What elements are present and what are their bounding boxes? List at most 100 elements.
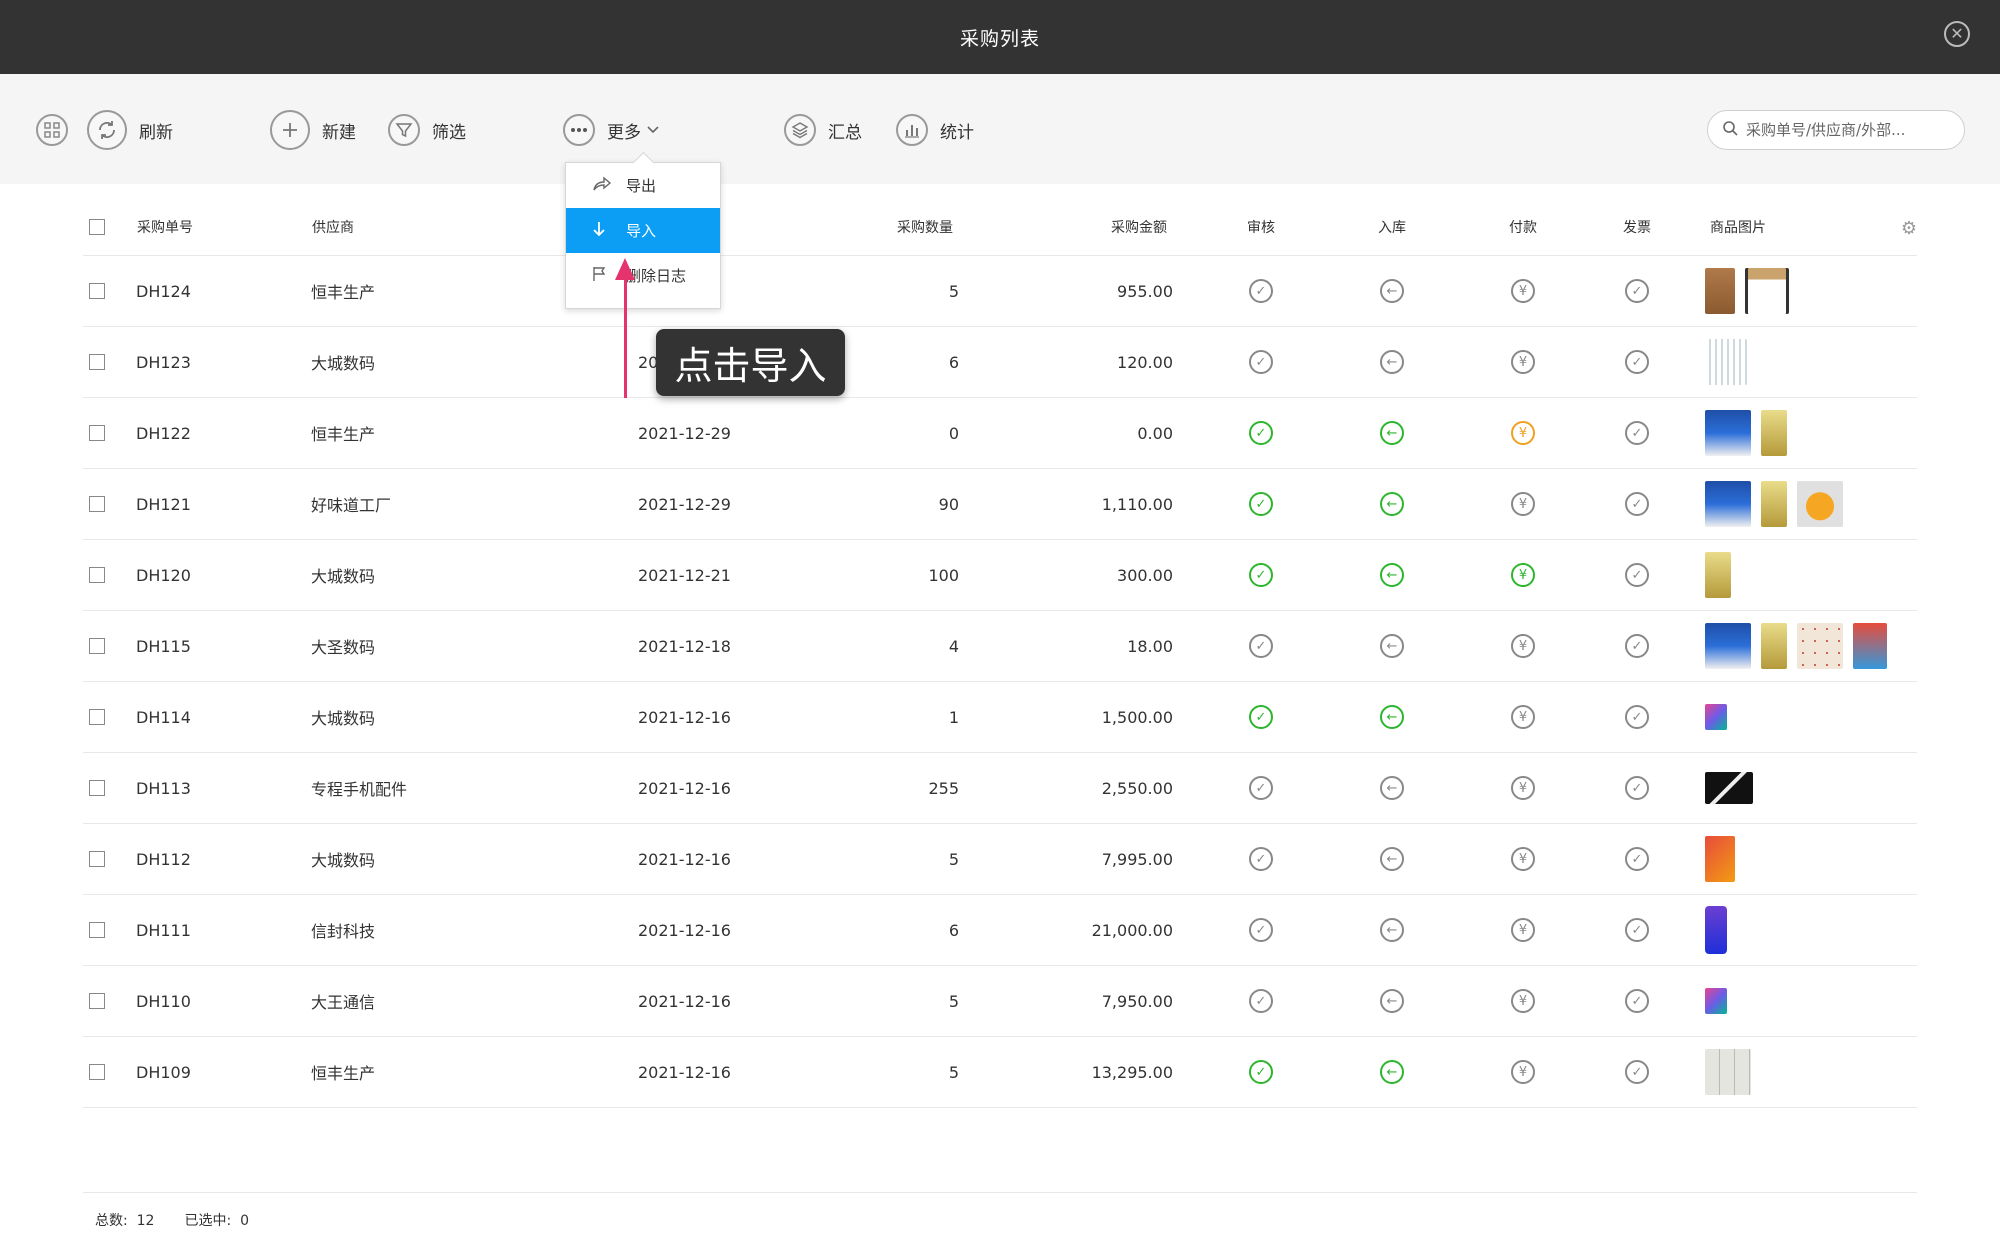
arrow-left-circle-icon[interactable]: ← <box>1380 350 1404 374</box>
order-no[interactable]: DH113 <box>136 779 191 798</box>
check-circle-icon[interactable]: ✓ <box>1249 492 1273 516</box>
header-order-no[interactable]: 采购单号 <box>137 217 193 237</box>
yen-circle-icon[interactable]: ¥ <box>1511 776 1535 800</box>
table-row[interactable]: DH120 大城数码 2021-12-21 100 300.00 ✓ ← ¥ ✓ <box>83 540 1917 611</box>
yen-circle-icon[interactable]: ¥ <box>1511 492 1535 516</box>
filter-button[interactable]: 筛选 <box>388 110 466 150</box>
yen-circle-icon[interactable]: ¥ <box>1511 350 1535 374</box>
product-thumbnail[interactable] <box>1797 481 1843 527</box>
row-checkbox[interactable] <box>89 709 105 725</box>
arrow-left-circle-icon[interactable]: ← <box>1380 705 1404 729</box>
menu-item-export[interactable]: 导出 <box>566 163 720 208</box>
check-circle-icon[interactable]: ✓ <box>1625 1060 1649 1084</box>
product-thumbnail[interactable] <box>1705 836 1735 882</box>
order-no[interactable]: DH121 <box>136 495 191 514</box>
table-row[interactable]: DH121 好味道工厂 2021-12-29 90 1,110.00 ✓ ← ¥ ✓ <box>83 469 1917 540</box>
arrow-left-circle-icon[interactable]: ← <box>1380 989 1404 1013</box>
table-row[interactable]: DH123大城数码20216120.00✓←¥✓ <box>83 327 1917 398</box>
product-thumbnail[interactable] <box>1745 268 1789 314</box>
check-circle-icon[interactable]: ✓ <box>1625 421 1649 445</box>
row-checkbox[interactable] <box>89 354 105 370</box>
row-checkbox[interactable] <box>89 780 105 796</box>
product-thumbnail[interactable] <box>1761 410 1787 456</box>
check-circle-icon[interactable]: ✓ <box>1249 1060 1273 1084</box>
product-thumbnail[interactable] <box>1705 339 1747 385</box>
header-payment[interactable]: 付款 <box>1493 217 1553 237</box>
check-circle-icon[interactable]: ✓ <box>1249 989 1273 1013</box>
more-button[interactable]: 更多 <box>563 110 659 150</box>
row-checkbox[interactable] <box>89 283 105 299</box>
table-row[interactable]: DH115 大圣数码 2021-12-18 4 18.00 ✓ ← ¥ ✓ <box>83 611 1917 682</box>
check-circle-icon[interactable]: ✓ <box>1625 918 1649 942</box>
product-thumbnail[interactable] <box>1705 988 1727 1014</box>
header-audit[interactable]: 审核 <box>1231 217 1291 237</box>
header-stock-in[interactable]: 入库 <box>1362 217 1422 237</box>
row-checkbox[interactable] <box>89 425 105 441</box>
arrow-left-circle-icon[interactable]: ← <box>1380 847 1404 871</box>
stats-button[interactable]: 统计 <box>896 110 974 150</box>
row-checkbox[interactable] <box>89 1064 105 1080</box>
product-thumbnail[interactable] <box>1705 552 1731 598</box>
row-checkbox[interactable] <box>89 638 105 654</box>
search-input[interactable] <box>1746 121 1946 139</box>
check-circle-icon[interactable]: ✓ <box>1249 279 1273 303</box>
yen-circle-icon[interactable]: ¥ <box>1511 1060 1535 1084</box>
check-circle-icon[interactable]: ✓ <box>1249 421 1273 445</box>
table-row[interactable]: DH122 恒丰生产 2021-12-29 0 0.00 ✓ ← ¥ ✓ <box>83 398 1917 469</box>
order-no[interactable]: DH112 <box>136 850 191 869</box>
yen-circle-icon[interactable]: ¥ <box>1511 563 1535 587</box>
arrow-left-circle-icon[interactable]: ← <box>1380 492 1404 516</box>
check-circle-icon[interactable]: ✓ <box>1249 918 1273 942</box>
arrow-left-circle-icon[interactable]: ← <box>1380 563 1404 587</box>
check-circle-icon[interactable]: ✓ <box>1625 492 1649 516</box>
menu-item-import[interactable]: 导入 <box>566 208 720 253</box>
check-circle-icon[interactable]: ✓ <box>1249 634 1273 658</box>
yen-circle-icon[interactable]: ¥ <box>1511 705 1535 729</box>
grid-view-button[interactable] <box>36 110 68 150</box>
close-icon[interactable]: ✕ <box>1944 21 1970 47</box>
refresh-button[interactable]: 刷新 <box>87 110 173 150</box>
order-no[interactable]: DH115 <box>136 637 191 656</box>
table-row[interactable]: DH114 大城数码 2021-12-16 1 1,500.00 ✓ ← ¥ ✓ <box>83 682 1917 753</box>
yen-circle-icon[interactable]: ¥ <box>1511 279 1535 303</box>
order-no[interactable]: DH109 <box>136 1063 191 1082</box>
row-checkbox[interactable] <box>89 496 105 512</box>
product-thumbnail[interactable] <box>1705 1049 1751 1095</box>
order-no[interactable]: DH123 <box>136 353 191 372</box>
header-amount[interactable]: 采购金额 <box>1033 217 1167 237</box>
arrow-left-circle-icon[interactable]: ← <box>1380 918 1404 942</box>
row-checkbox[interactable] <box>89 851 105 867</box>
order-no[interactable]: DH122 <box>136 424 191 443</box>
product-thumbnail[interactable] <box>1761 623 1787 669</box>
table-row[interactable]: DH113 专程手机配件 2021-12-16 255 2,550.00 ✓ ← ¥ ✓ <box>83 753 1917 824</box>
yen-circle-icon[interactable]: ¥ <box>1511 634 1535 658</box>
table-row[interactable]: DH112 大城数码 2021-12-16 5 7,995.00 ✓ ← ¥ ✓ <box>83 824 1917 895</box>
product-thumbnail[interactable] <box>1853 623 1887 669</box>
row-checkbox[interactable] <box>89 993 105 1009</box>
gear-icon[interactable]: ⚙ <box>1901 218 1917 239</box>
product-thumbnail[interactable] <box>1705 481 1751 527</box>
header-qty[interactable]: 采购数量 <box>833 217 953 237</box>
product-thumbnail[interactable] <box>1761 481 1787 527</box>
arrow-left-circle-icon[interactable]: ← <box>1380 1060 1404 1084</box>
table-row[interactable]: DH110 大王通信 2021-12-16 5 7,950.00 ✓ ← ¥ ✓ <box>83 966 1917 1037</box>
check-circle-icon[interactable]: ✓ <box>1249 350 1273 374</box>
yen-circle-icon[interactable]: ¥ <box>1511 989 1535 1013</box>
search-box[interactable] <box>1707 110 1965 150</box>
yen-circle-icon[interactable]: ¥ <box>1511 918 1535 942</box>
product-thumbnail[interactable] <box>1705 906 1727 954</box>
arrow-left-circle-icon[interactable]: ← <box>1380 279 1404 303</box>
product-thumbnail[interactable] <box>1705 704 1727 730</box>
check-circle-icon[interactable]: ✓ <box>1249 776 1273 800</box>
order-no[interactable]: DH111 <box>136 921 191 940</box>
check-circle-icon[interactable]: ✓ <box>1625 634 1649 658</box>
yen-circle-icon[interactable]: ¥ <box>1511 421 1535 445</box>
order-no[interactable]: DH120 <box>136 566 191 585</box>
check-circle-icon[interactable]: ✓ <box>1625 279 1649 303</box>
menu-item-delete-log[interactable]: 删除日志 <box>566 253 720 298</box>
product-thumbnail[interactable] <box>1705 268 1735 314</box>
row-checkbox[interactable] <box>89 922 105 938</box>
check-circle-icon[interactable]: ✓ <box>1625 776 1649 800</box>
arrow-left-circle-icon[interactable]: ← <box>1380 776 1404 800</box>
row-checkbox[interactable] <box>89 567 105 583</box>
